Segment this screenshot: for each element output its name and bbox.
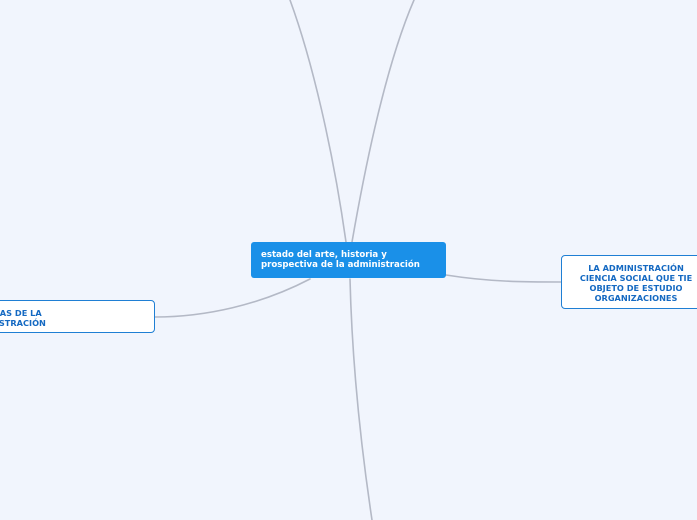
topic-left-line-2: NISTRACIÓN — [0, 318, 46, 328]
topic-right[interactable]: LA ADMINISTRACIÓN CIENCIA SOCIAL QUE TIE… — [561, 255, 697, 309]
topic-right-line-2: CIENCIA SOCIAL QUE TIE — [579, 273, 693, 283]
topic-right-line-3: OBJETO DE ESTUDIO — [589, 283, 683, 293]
connector-bottom — [349, 278, 373, 520]
connector-right — [445, 274, 562, 283]
connector-top-left — [289, 0, 347, 243]
central-topic-line-2: prospectiva de la administración — [261, 260, 420, 270]
topic-right-line-4: ORGANIZACIONES — [594, 293, 678, 303]
central-topic-line-1: estado del arte, historia y — [261, 250, 387, 260]
central-topic[interactable]: estado del arte, historia y prospectiva … — [251, 242, 446, 278]
topic-left[interactable]: ELAS DE LA NISTRACIÓN — [0, 300, 155, 333]
connector-top-right — [351, 0, 415, 243]
topic-left-line-1: ELAS DE LA — [0, 308, 42, 318]
connector-left — [154, 278, 311, 318]
topic-right-line-1: LA ADMINISTRACIÓN — [588, 263, 684, 273]
